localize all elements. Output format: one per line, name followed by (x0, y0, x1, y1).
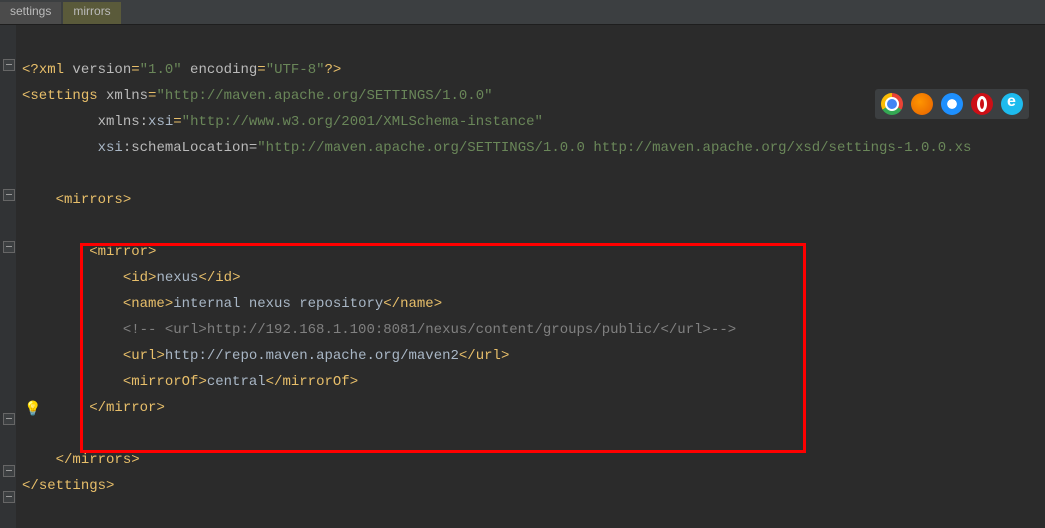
gutter (0, 25, 16, 528)
fold-icon[interactable] (3, 413, 15, 425)
ie-icon[interactable] (1001, 93, 1023, 115)
fold-icon[interactable] (3, 491, 15, 503)
fold-icon[interactable] (3, 189, 15, 201)
xml-comment: <!-- <url>http://192.168.1.100:8081/nexu… (22, 322, 736, 338)
fold-icon[interactable] (3, 465, 15, 477)
safari-icon[interactable] (941, 93, 963, 115)
breadcrumb-settings[interactable]: settings (0, 2, 61, 24)
chrome-icon[interactable] (881, 93, 903, 115)
fold-icon[interactable] (3, 59, 15, 71)
breadcrumb: settings mirrors (0, 0, 1045, 25)
opera-icon[interactable] (971, 93, 993, 115)
browser-toolbar (875, 89, 1029, 119)
breadcrumb-mirrors[interactable]: mirrors (63, 2, 120, 24)
firefox-icon[interactable] (911, 93, 933, 115)
fold-icon[interactable] (3, 241, 15, 253)
code-area[interactable]: <?xml version="1.0" encoding="UTF-8"?> <… (16, 25, 971, 528)
code-editor[interactable]: 💡 <?xml version="1.0" encoding="UTF-8"?>… (0, 25, 1045, 528)
xml-pi: <? (22, 62, 39, 78)
